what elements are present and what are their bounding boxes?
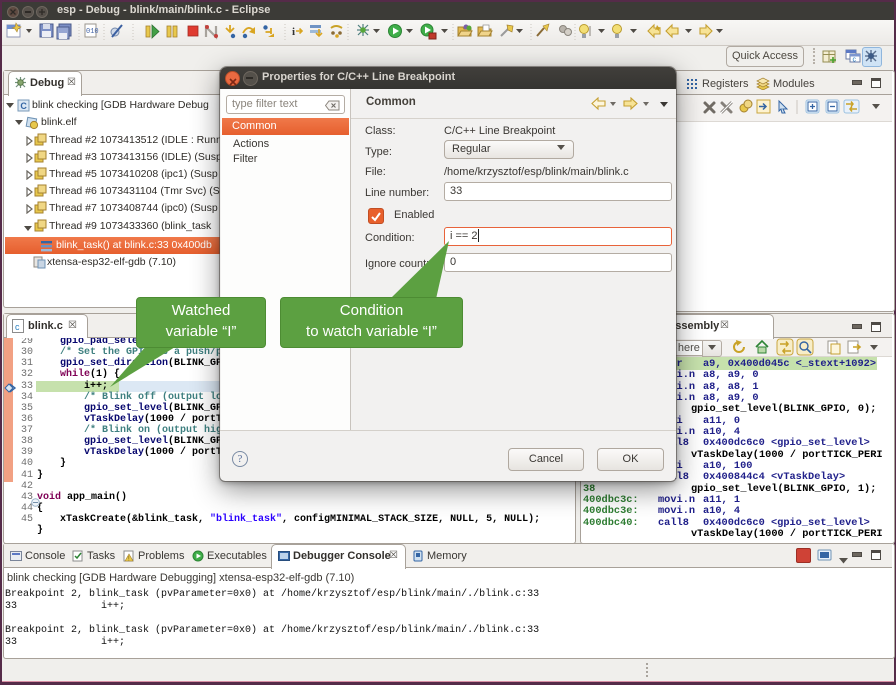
svg-text:i: i [292, 26, 295, 38]
svg-text:C: C [20, 101, 27, 111]
svg-text:c: c [15, 322, 20, 332]
svg-text:010: 010 [86, 28, 99, 36]
svg-text:c: c [853, 57, 857, 64]
